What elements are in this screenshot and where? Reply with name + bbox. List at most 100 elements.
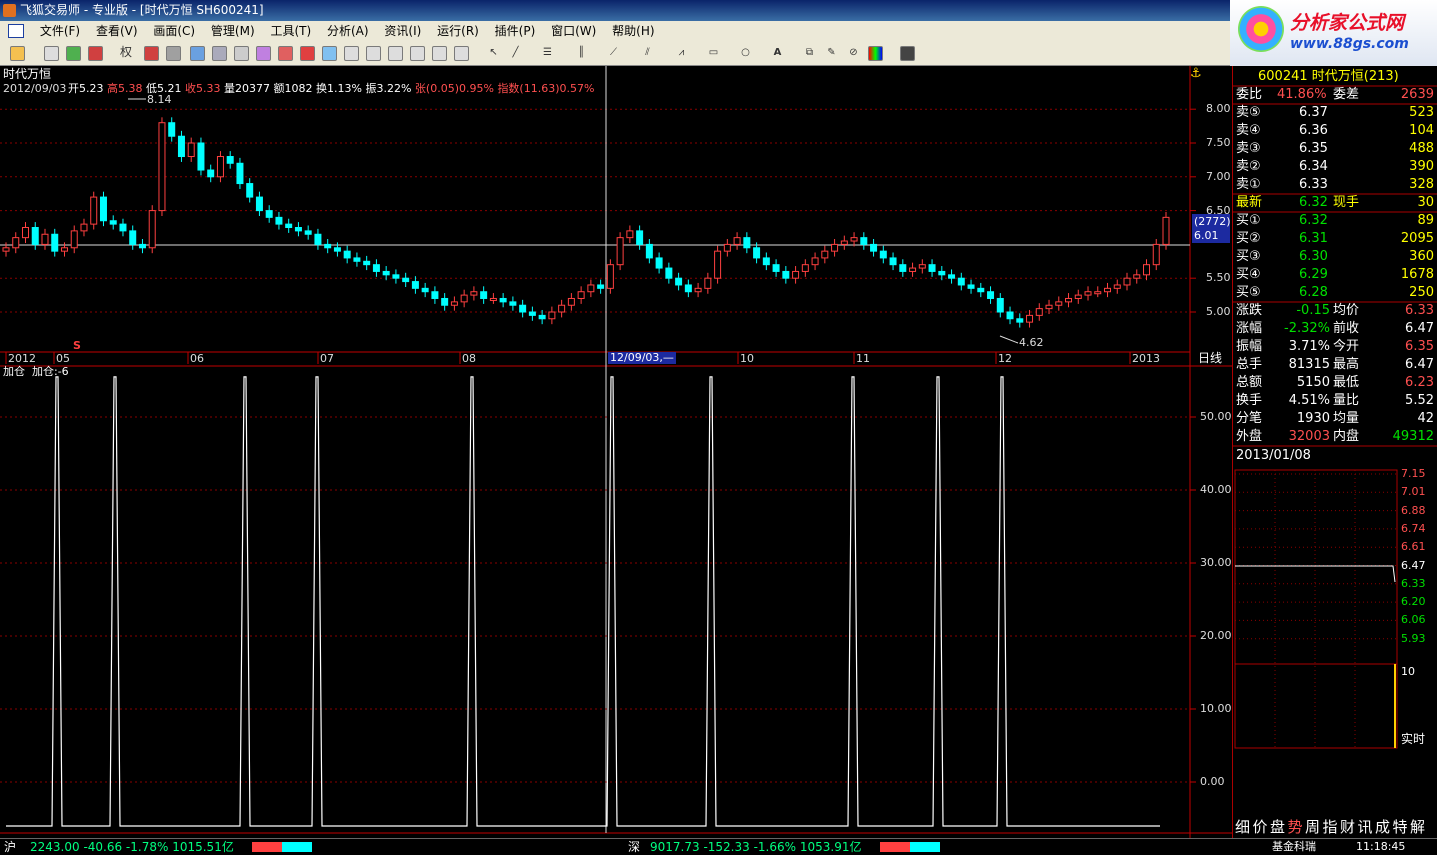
info-item: 换1.13% bbox=[316, 82, 366, 95]
menu-doc-icon[interactable] bbox=[8, 24, 24, 38]
rights-button[interactable]: 权 bbox=[114, 46, 138, 61]
period-label[interactable]: 日线 bbox=[1198, 352, 1222, 364]
parallel-icon[interactable]: ⩘ bbox=[674, 46, 689, 61]
line-tool-icon[interactable]: ╱ bbox=[508, 46, 523, 61]
chart-area[interactable]: 时代万恒 2012/09/03 开5.23 高5.38 低5.21 收5.33 … bbox=[0, 66, 1232, 838]
bid-row[interactable]: 买① 6.32 89 bbox=[1233, 212, 1437, 230]
drawing-icon[interactable] bbox=[144, 46, 159, 61]
pen-icon[interactable]: ✎ bbox=[824, 46, 839, 61]
candle-body bbox=[860, 237, 868, 245]
chart-icon[interactable] bbox=[322, 46, 337, 61]
latest-row[interactable]: 最新 6.32 现手 30 bbox=[1233, 194, 1437, 212]
candlestick-chart[interactable] bbox=[0, 66, 1232, 838]
hand-label: 现手 bbox=[1333, 195, 1360, 210]
channel-icon[interactable]: ⫽ bbox=[640, 46, 655, 61]
stat-value: 6.35 bbox=[1405, 339, 1434, 354]
table-icon[interactable] bbox=[388, 46, 403, 61]
zoom-in-icon[interactable] bbox=[66, 46, 81, 61]
menu-manage[interactable]: 管理(M) bbox=[205, 21, 261, 42]
bottom-tab[interactable]: 讯 bbox=[1358, 816, 1373, 838]
save-icon[interactable] bbox=[900, 46, 915, 61]
bid-row[interactable]: 买⑤ 6.28 250 bbox=[1233, 284, 1437, 302]
line-chart-icon[interactable] bbox=[454, 46, 469, 61]
stat-row[interactable]: 涨跌 -0.15 均价 6.33 bbox=[1233, 302, 1437, 320]
menu-file[interactable]: 文件(F) bbox=[34, 21, 86, 42]
stat-row[interactable]: 外盘 32003 内盘 49312 bbox=[1233, 428, 1437, 446]
stat-row[interactable]: 总手 81315 最高 6.47 bbox=[1233, 356, 1437, 374]
candle-body bbox=[782, 270, 790, 279]
rsi-icon[interactable] bbox=[44, 46, 59, 61]
menu-help[interactable]: 帮助(H) bbox=[606, 21, 660, 42]
report-icon[interactable] bbox=[410, 46, 425, 61]
ask-row[interactable]: 卖⑤ 6.37 523 bbox=[1233, 104, 1437, 122]
candle-body bbox=[870, 243, 878, 252]
weibi-row[interactable]: 委比 41.86% 委差 2639 bbox=[1233, 86, 1437, 104]
menu-plugins[interactable]: 插件(P) bbox=[489, 21, 542, 42]
candle-body bbox=[499, 297, 507, 303]
text-icon[interactable]: A bbox=[770, 46, 785, 61]
candle-body bbox=[675, 277, 683, 286]
search-icon[interactable] bbox=[256, 46, 271, 61]
alert-icon[interactable] bbox=[300, 46, 315, 61]
cursor-icon[interactable]: ↖ bbox=[486, 46, 501, 61]
bottom-tab[interactable]: 细 bbox=[1235, 816, 1250, 838]
candle-body bbox=[246, 183, 254, 198]
bid-row[interactable]: 买② 6.31 2095 bbox=[1233, 230, 1437, 248]
binoculars-icon[interactable] bbox=[166, 46, 181, 61]
bid-row[interactable]: 买④ 6.29 1678 bbox=[1233, 266, 1437, 284]
menu-window[interactable]: 窗口(W) bbox=[545, 21, 602, 42]
menu-run[interactable]: 运行(R) bbox=[431, 21, 485, 42]
minute-chart[interactable] bbox=[1233, 464, 1437, 814]
select-icon[interactable] bbox=[190, 46, 205, 61]
stat-row[interactable]: 总额 5150 最低 6.23 bbox=[1233, 374, 1437, 392]
bottom-tab[interactable]: 成 bbox=[1375, 816, 1390, 838]
hlines-icon[interactable]: ☰ bbox=[540, 46, 555, 61]
stat-row[interactable]: 涨幅 -2.32% 前收 6.47 bbox=[1233, 320, 1437, 338]
eraser-icon[interactable]: ⊘ bbox=[846, 46, 861, 61]
menu-tools[interactable]: 工具(T) bbox=[264, 21, 317, 42]
candle-body bbox=[1065, 297, 1073, 303]
zoom-out-icon[interactable] bbox=[88, 46, 103, 61]
ask-row[interactable]: 卖② 6.34 390 bbox=[1233, 158, 1437, 176]
bottom-tab[interactable]: 指 bbox=[1323, 816, 1338, 838]
menu-screen[interactable]: 画面(C) bbox=[147, 21, 201, 42]
realtime-label[interactable]: 实时 bbox=[1401, 733, 1425, 745]
hand-volume: 30 bbox=[1417, 195, 1434, 210]
gear-icon[interactable] bbox=[278, 46, 293, 61]
ask-row[interactable]: 卖① 6.33 328 bbox=[1233, 176, 1437, 194]
ask-label: 卖① bbox=[1236, 177, 1261, 192]
menu-info[interactable]: 资讯(I) bbox=[378, 21, 427, 42]
candle-body bbox=[977, 287, 985, 293]
grid-icon[interactable] bbox=[366, 46, 381, 61]
candle-body bbox=[772, 264, 780, 272]
stat-row[interactable]: 换手 4.51% 量比 5.52 bbox=[1233, 392, 1437, 410]
vlines-icon[interactable]: ║ bbox=[574, 46, 589, 61]
bottom-tab[interactable]: 财 bbox=[1340, 816, 1355, 838]
stat-row[interactable]: 振幅 3.71% 今开 6.35 bbox=[1233, 338, 1437, 356]
bottom-tab[interactable]: 周 bbox=[1305, 816, 1320, 838]
menu-view[interactable]: 查看(V) bbox=[90, 21, 144, 42]
ask-row[interactable]: 卖③ 6.35 488 bbox=[1233, 140, 1437, 158]
anchor-icon[interactable]: ⚓ bbox=[1190, 67, 1202, 80]
layout-icon[interactable] bbox=[432, 46, 447, 61]
bottom-tab[interactable]: 势 bbox=[1288, 816, 1303, 838]
copy-icon[interactable]: ⧉ bbox=[802, 46, 817, 61]
list-icon[interactable] bbox=[344, 46, 359, 61]
bottom-tab[interactable]: 特 bbox=[1393, 816, 1408, 838]
bid-row[interactable]: 买③ 6.30 360 bbox=[1233, 248, 1437, 266]
bid-volume: 2095 bbox=[1400, 231, 1434, 246]
bottom-tab[interactable]: 解 bbox=[1410, 816, 1425, 838]
stat-row[interactable]: 分笔 1930 均量 42 bbox=[1233, 410, 1437, 428]
book-icon[interactable] bbox=[234, 46, 249, 61]
fan-icon[interactable]: ⟋ bbox=[606, 46, 621, 61]
color-icon[interactable] bbox=[868, 46, 883, 61]
window-icon[interactable] bbox=[212, 46, 227, 61]
bottom-tab[interactable]: 盘 bbox=[1270, 816, 1285, 838]
bottom-tab[interactable]: 价 bbox=[1253, 816, 1268, 838]
menu-analysis[interactable]: 分析(A) bbox=[321, 21, 375, 42]
open-icon[interactable] bbox=[10, 46, 25, 61]
ask-row[interactable]: 卖④ 6.36 104 bbox=[1233, 122, 1437, 140]
ellipse-icon[interactable]: ○ bbox=[738, 46, 753, 61]
site-logo: 分析家公式网 www.88gs.com bbox=[1230, 0, 1437, 66]
rect-icon[interactable]: ▭ bbox=[706, 46, 721, 61]
